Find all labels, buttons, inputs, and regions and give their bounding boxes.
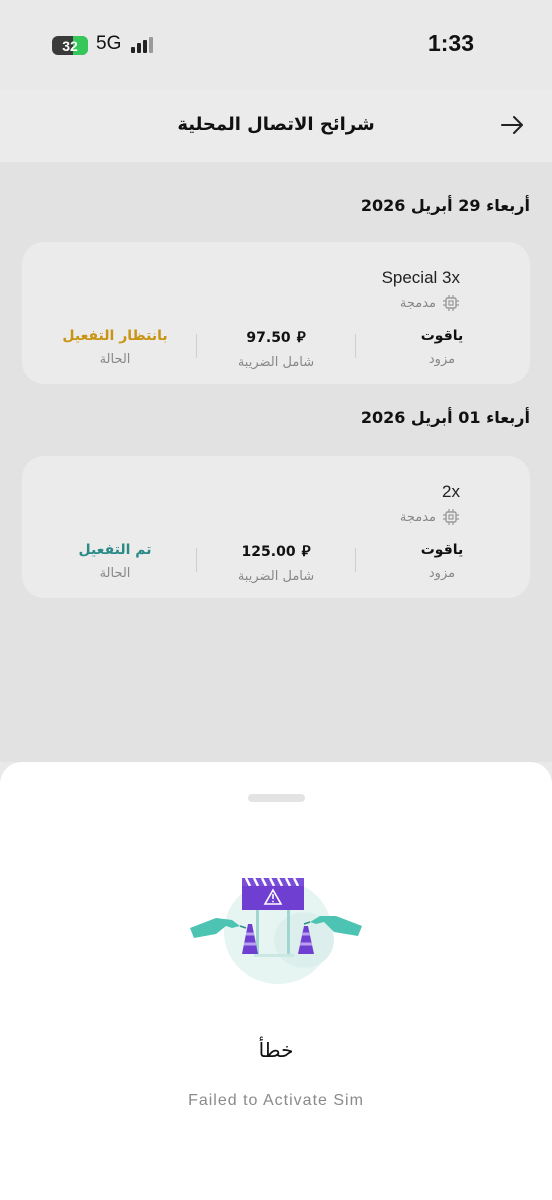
provider-column: ياقوت مزود <box>402 328 482 368</box>
status-column: تم التفعيل الحالة <box>50 542 180 582</box>
provider-column: ياقوت مزود <box>402 542 482 582</box>
construction-barrier-illustration <box>190 877 362 984</box>
provider-label: مزود <box>428 566 456 581</box>
status-value: تم التفعيل <box>78 542 152 558</box>
date-heading: أربعاء 29 أبريل 2026 <box>360 196 530 215</box>
error-message: Failed to Activate Sim <box>188 1092 364 1109</box>
riyal-icon: ⃁ <box>301 542 311 560</box>
sim-card[interactable]: Special 3x مدمجة ياقوت مزود ⃁ 97.50 شامل… <box>22 242 530 384</box>
status-label: الحالة <box>99 352 131 367</box>
sim-type: مدمجة <box>399 295 436 311</box>
error-bottom-sheet: خطأ Failed to Activate Sim <box>0 762 552 1200</box>
signal-icon <box>131 37 159 53</box>
status-bar: 32 5G 1:33 <box>0 0 552 90</box>
error-title: خطأ <box>258 1038 294 1062</box>
price-label: شامل الضريبة <box>237 355 315 370</box>
sheet-handle[interactable] <box>248 794 305 802</box>
sim-name: Special 3x <box>381 268 460 287</box>
sim-list: أربعاء 29 أبريل 2026 Special 3x مدمجة يا… <box>0 162 552 762</box>
battery-icon: 32 <box>52 36 88 55</box>
network-type: 5G <box>96 33 122 54</box>
page-title: شرائح الاتصال المحلية <box>177 114 375 135</box>
provider-value: ياقوت <box>420 328 464 344</box>
arrow-right-icon[interactable] <box>500 112 526 138</box>
status-column: بانتظار التفعيل الحالة <box>50 328 180 368</box>
clock: 1:33 <box>427 30 474 56</box>
chip-icon <box>443 295 459 311</box>
provider-label: مزود <box>428 352 456 367</box>
price-value: 125.00 <box>241 543 296 560</box>
price-column: ⃁ 125.00 شامل الضريبة <box>214 542 338 584</box>
chip-icon <box>443 509 459 525</box>
riyal-icon: ⃁ <box>296 328 306 346</box>
app-header: شرائح الاتصال المحلية <box>0 90 552 162</box>
sim-name: 2x <box>442 482 460 501</box>
status-label: الحالة <box>99 566 131 581</box>
status-value: بانتظار التفعيل <box>62 328 168 344</box>
provider-value: ياقوت <box>420 542 464 558</box>
price-column: ⃁ 97.50 شامل الضريبة <box>214 328 338 370</box>
price-value: 97.50 <box>246 329 291 346</box>
sim-card[interactable]: 2x مدمجة ياقوت مزود ⃁ 125.00 شامل الضريب… <box>22 456 530 598</box>
price-label: شامل الضريبة <box>237 569 315 584</box>
sim-type: مدمجة <box>399 509 436 525</box>
battery-level: 32 <box>62 37 78 54</box>
date-heading: أربعاء 01 أبريل 2026 <box>360 408 530 427</box>
